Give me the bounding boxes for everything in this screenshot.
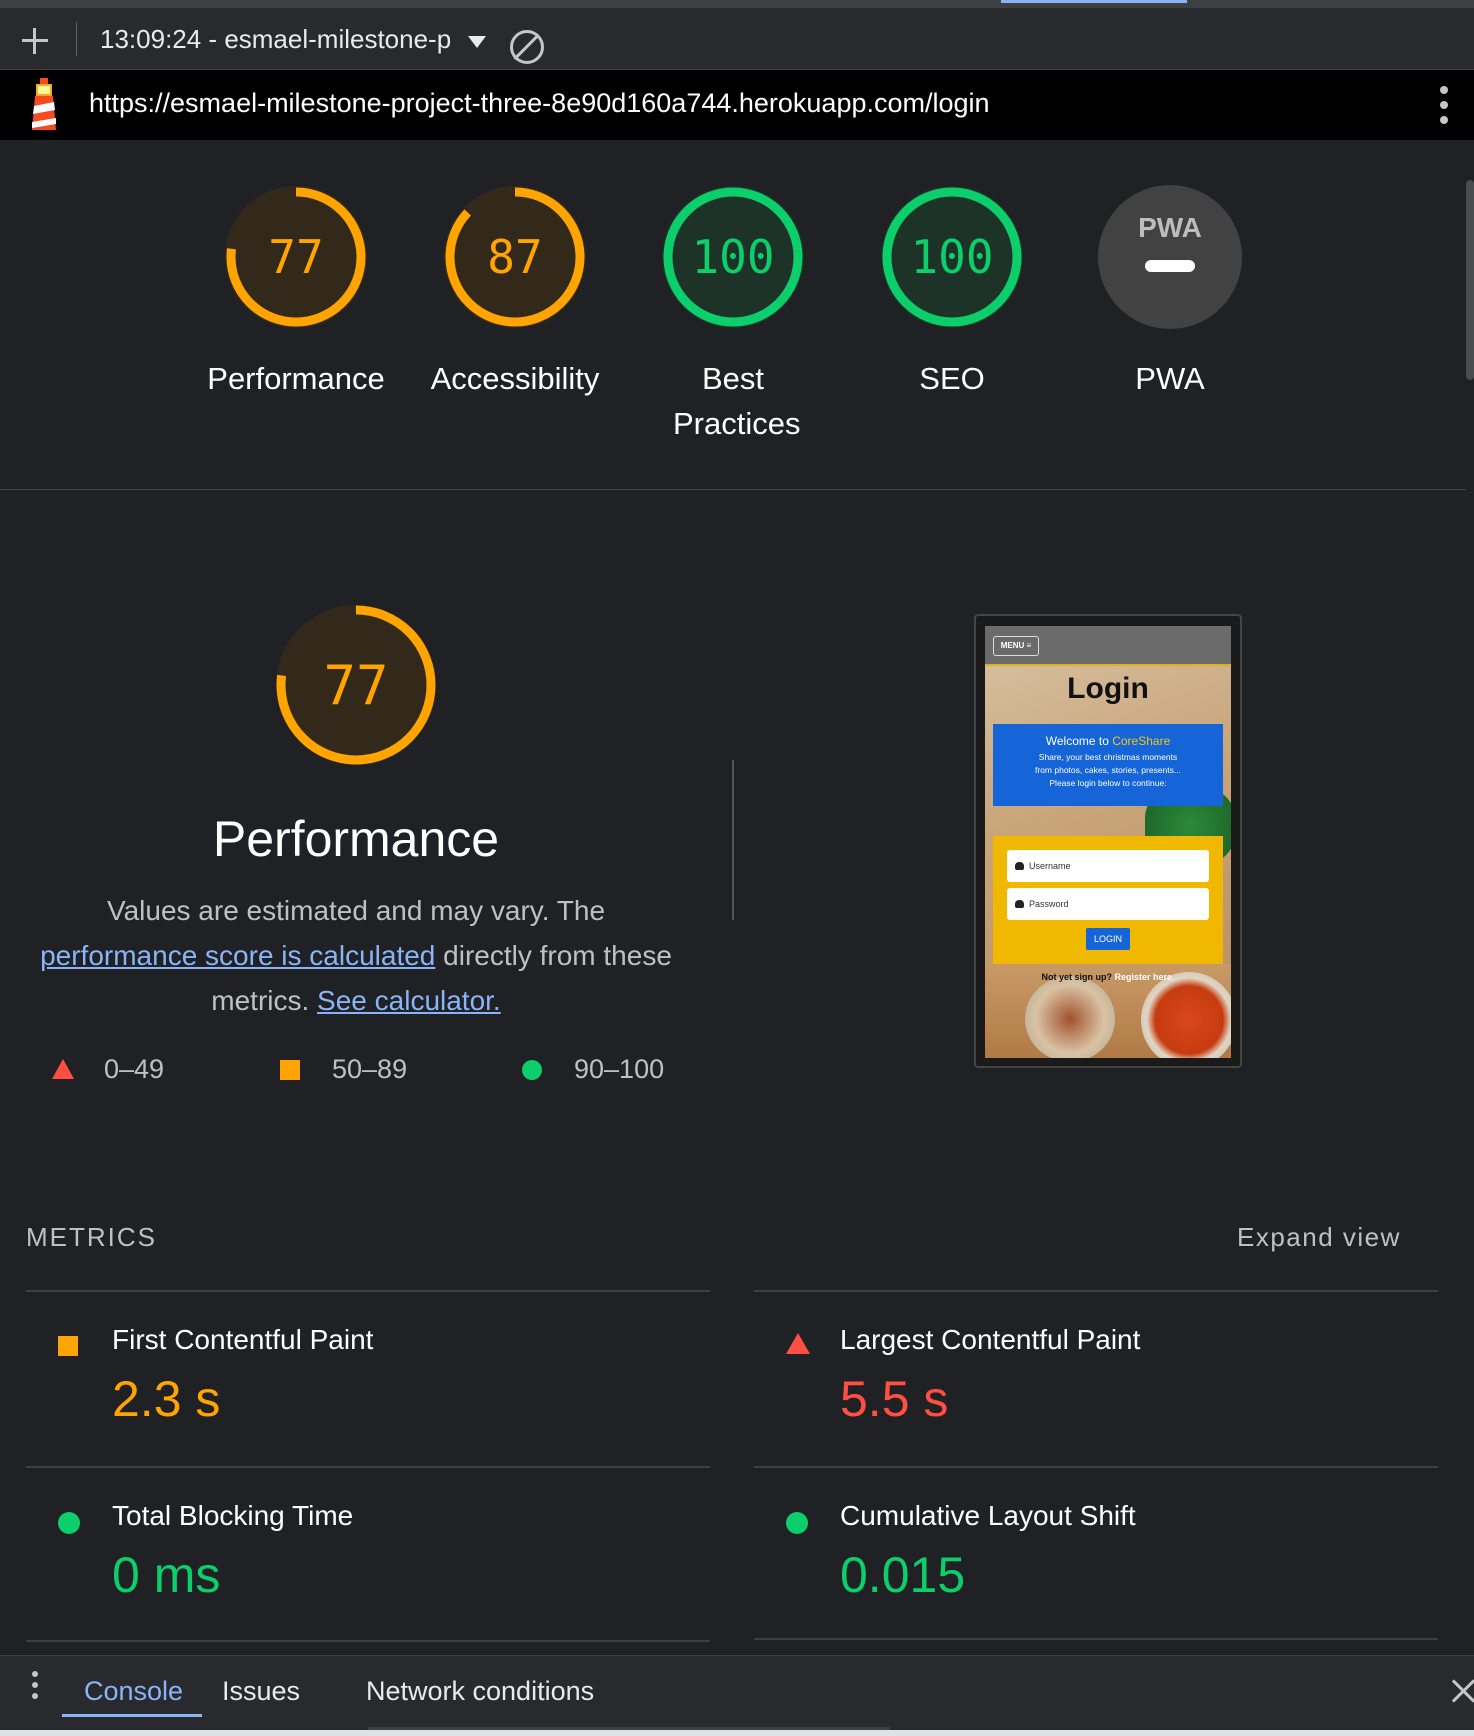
screenshot-welcome-card: Welcome to CoreShare Share, your best ch… xyxy=(993,724,1223,806)
lighthouse-icon xyxy=(32,78,56,130)
drawer-menu-icon[interactable] xyxy=(32,1671,40,1704)
welcome-text: Welcome to xyxy=(1045,734,1113,748)
fail-triangle-icon xyxy=(786,1333,810,1354)
description-text: Values are estimated and may vary. The xyxy=(106,895,606,926)
signup-link: Register here. xyxy=(1114,972,1175,982)
gauge-label: Best Practices xyxy=(673,361,801,441)
gauge-seo[interactable]: 100 SEO xyxy=(842,182,1062,401)
metric-divider xyxy=(754,1638,1438,1640)
screenshot-page: MENU ≡ Login Welcome to CoreShare Share,… xyxy=(985,626,1231,1058)
gauge-label: Performance xyxy=(207,361,385,396)
average-square-icon xyxy=(58,1336,78,1356)
score-calculated-link[interactable]: performance score is calculated xyxy=(40,940,435,971)
pwa-badge-icon: PWA xyxy=(1098,185,1242,329)
gauge-best-practices[interactable]: 100 Best Practices xyxy=(623,182,843,446)
gauge-score: 77 xyxy=(268,230,323,284)
gauge-score: 100 xyxy=(910,230,993,284)
dropdown-caret-icon[interactable] xyxy=(468,36,486,48)
screenshot-bowl xyxy=(1141,972,1231,1058)
more-options-icon[interactable] xyxy=(1440,86,1450,124)
metric-divider xyxy=(754,1290,1438,1292)
pass-circle-icon xyxy=(58,1512,80,1534)
toolbar-divider xyxy=(76,22,77,56)
gauge-ring: 77 xyxy=(225,186,367,328)
scrollbar[interactable] xyxy=(1466,140,1474,1655)
gauge-ring: 87 xyxy=(444,186,586,328)
screenshot-password-field: Password xyxy=(1007,888,1209,920)
plus-icon[interactable] xyxy=(20,26,50,56)
close-icon[interactable] xyxy=(1450,1678,1474,1704)
screenshot-navbar: MENU ≡ xyxy=(985,626,1231,666)
devtools-drawer: Console Issues Network conditions xyxy=(0,1655,1474,1736)
gauge-pwa[interactable]: PWA PWA xyxy=(1060,182,1280,401)
screenshot-login-button: LOGIN xyxy=(1086,928,1130,950)
metrics-header: METRICS xyxy=(26,1222,157,1252)
expand-view-toggle[interactable]: Expand view xyxy=(1237,1222,1401,1253)
tab-console[interactable]: Console xyxy=(84,1676,183,1707)
metric-cumulative-layout-shift: Cumulative Layout Shift 0.015 xyxy=(754,1498,1434,1668)
metric-value: 0.015 xyxy=(840,1547,966,1603)
category-gauges: 77 Performance 87 Accessibility 100 Best… xyxy=(0,140,1466,490)
see-calculator-link[interactable]: See calculator. xyxy=(317,985,501,1016)
gauge-ring: 100 xyxy=(662,186,804,328)
welcome-line: Please login below to continue: xyxy=(1049,778,1167,788)
scrollbar-thumb[interactable] xyxy=(1466,180,1474,380)
legend-range: 90–100 xyxy=(574,1054,665,1084)
pwa-badge-text: PWA xyxy=(1138,212,1202,243)
tab-network-conditions[interactable]: Network conditions xyxy=(366,1676,594,1707)
screenshot-username-field: Username xyxy=(1007,850,1209,882)
report-url[interactable]: https://esmael-milestone-project-three-8… xyxy=(89,88,990,119)
gauge-label: SEO xyxy=(919,361,985,396)
clear-icon[interactable] xyxy=(510,30,544,64)
legend-range: 0–49 xyxy=(104,1054,165,1084)
gauge-score: 87 xyxy=(487,230,542,284)
performance-description: Values are estimated and may vary. The p… xyxy=(26,888,686,1023)
gauge-label: Accessibility xyxy=(430,361,600,396)
gauge-ring: 100 xyxy=(881,186,1023,328)
pass-circle-icon xyxy=(522,1060,542,1080)
active-tab-indicator xyxy=(1001,0,1187,3)
pass-circle-icon xyxy=(786,1512,808,1534)
screenshot-menu-button: MENU ≡ xyxy=(993,636,1039,656)
brand-text: CoreShare xyxy=(1112,734,1171,748)
legend-range: 50–89 xyxy=(332,1054,408,1084)
tab-issues[interactable]: Issues xyxy=(222,1676,300,1707)
welcome-line: Share, your best christmas moments xyxy=(1038,752,1178,762)
gauge-accessibility[interactable]: 87 Accessibility xyxy=(405,182,625,401)
metric-name: Cumulative Layout Shift xyxy=(840,1500,1136,1531)
metric-name: Total Blocking Time xyxy=(112,1500,354,1531)
performance-score: 77 xyxy=(323,654,388,717)
gauge-score: 100 xyxy=(691,230,774,284)
metric-name: Largest Contentful Paint xyxy=(840,1324,1141,1355)
active-tab-underline xyxy=(62,1714,202,1717)
metric-name: First Contentful Paint xyxy=(112,1324,374,1355)
metric-value: 5.5 s xyxy=(840,1371,949,1427)
signup-question: Not yet sign up? xyxy=(1041,972,1115,982)
metric-value: 2.3 s xyxy=(112,1371,221,1427)
drawer-bottom-bar xyxy=(0,1730,1474,1736)
screenshot-signup-text: Not yet sign up? Register here. xyxy=(985,972,1231,982)
metric-total-blocking-time: Total Blocking Time 0 ms xyxy=(26,1498,706,1668)
screenshot-bowl xyxy=(1025,976,1115,1058)
welcome-line: from photos, cakes, stories, presents... xyxy=(1035,765,1181,775)
average-square-icon xyxy=(280,1060,300,1080)
performance-gauge: 77 xyxy=(276,605,436,765)
report-url-bar: https://esmael-milestone-project-three-8… xyxy=(0,70,1474,140)
report-selector[interactable]: 13:09:24 - esmael-milestone-p xyxy=(100,24,451,55)
final-screenshot[interactable]: MENU ≡ Login Welcome to CoreShare Share,… xyxy=(974,614,1242,1068)
gauge-performance[interactable]: 77 Performance xyxy=(186,182,406,401)
metric-divider xyxy=(26,1290,710,1292)
metric-divider xyxy=(26,1640,710,1642)
devtools-toolbar: 13:09:24 - esmael-milestone-p xyxy=(0,0,1474,70)
performance-title: Performance xyxy=(212,811,500,867)
metric-divider xyxy=(754,1466,1438,1468)
performance-summary: 77 Performance Values are estimated and … xyxy=(20,600,692,1023)
screenshot-heading: Login xyxy=(1067,672,1149,705)
metric-divider xyxy=(26,1466,710,1468)
fail-triangle-icon xyxy=(52,1059,74,1079)
vertical-divider xyxy=(732,760,734,920)
metric-value: 0 ms xyxy=(112,1547,221,1603)
gauge-label: PWA xyxy=(1135,361,1205,396)
